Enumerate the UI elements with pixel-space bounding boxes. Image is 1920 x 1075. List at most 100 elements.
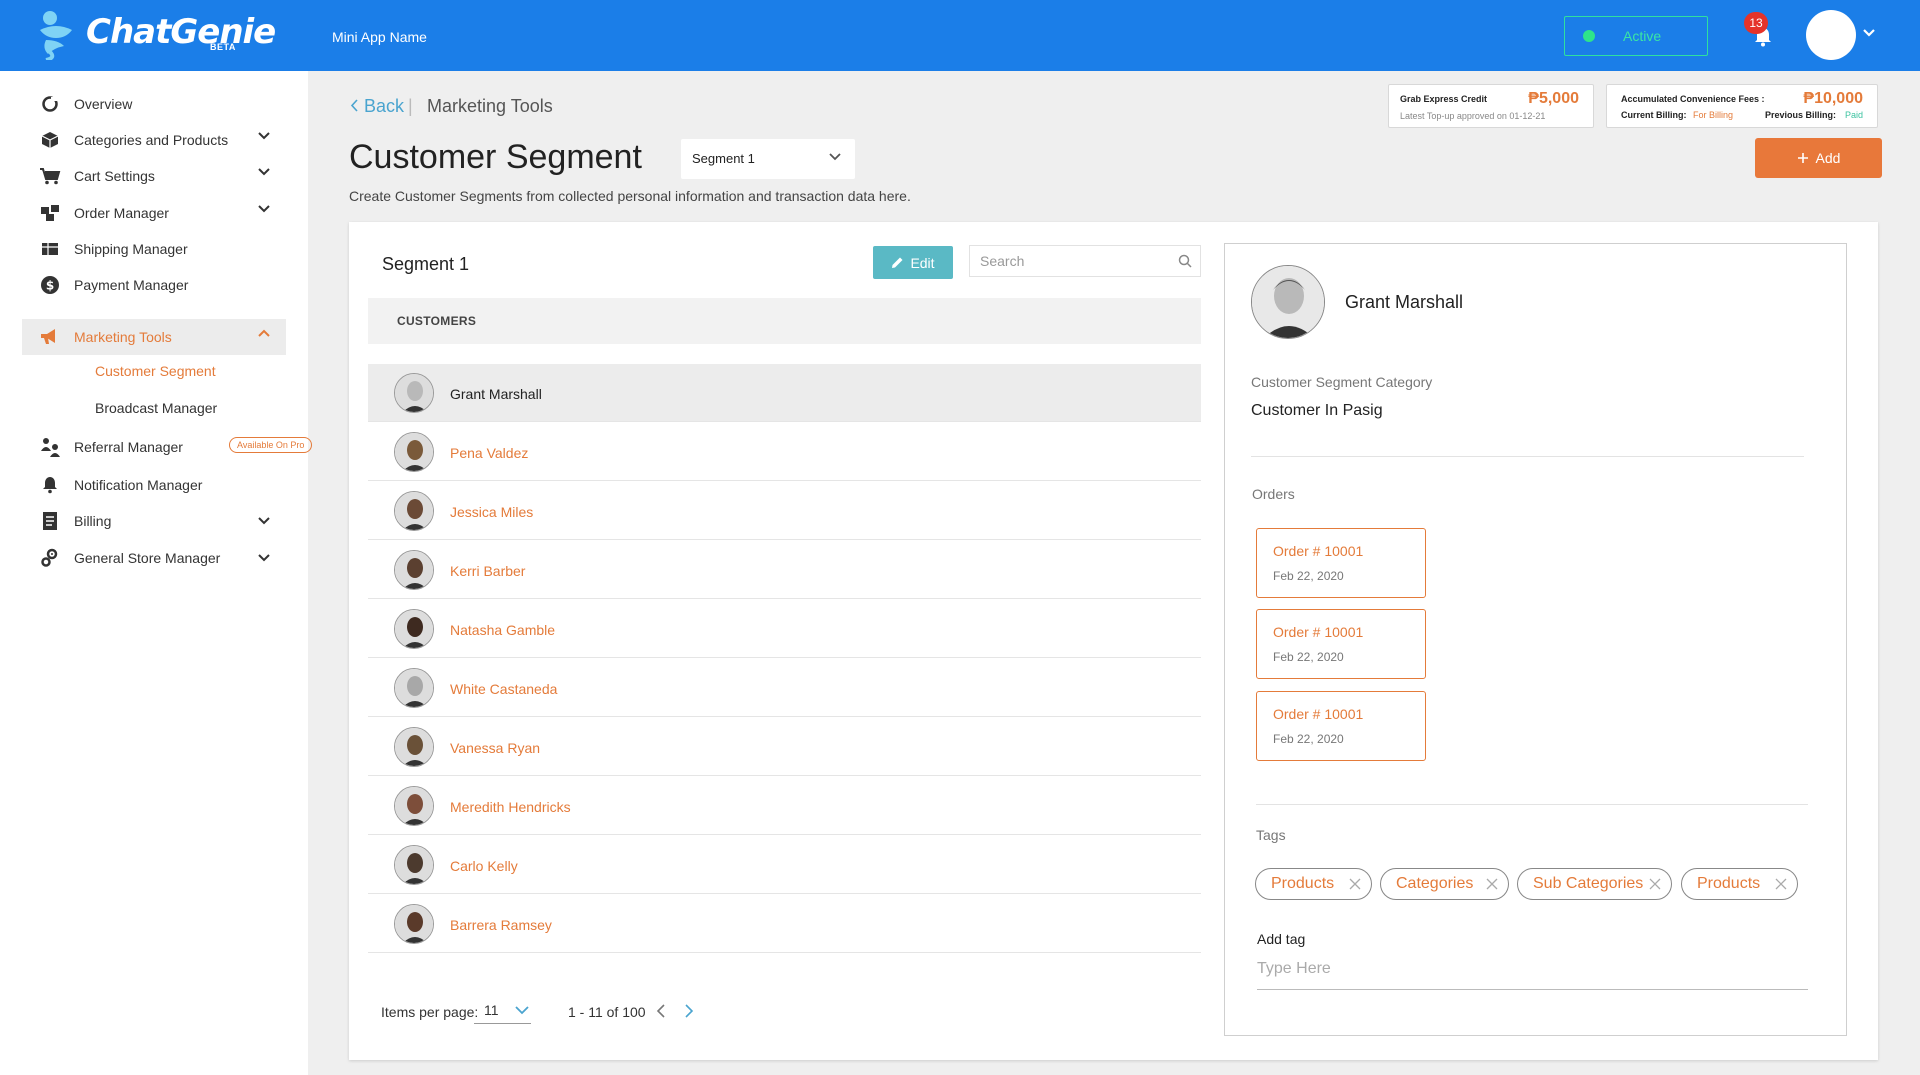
add-tag-input[interactable]: Type Here <box>1257 956 1808 990</box>
orders-icon <box>38 201 62 225</box>
customer-name[interactable]: Meredith Hendricks <box>450 799 571 815</box>
customer-avatar <box>394 786 434 826</box>
items-per-page-select[interactable]: 11 <box>474 1002 531 1024</box>
add-tag-label: Add tag <box>1257 931 1306 947</box>
table-row[interactable]: Grant Marshall <box>368 364 1201 422</box>
status-toggle[interactable]: Active <box>1564 16 1708 56</box>
table-row[interactable]: Barrera Ramsey <box>368 895 1201 953</box>
chevron-left-icon[interactable] <box>656 1003 666 1019</box>
chevron-down-icon[interactable] <box>258 168 270 176</box>
convenience-fees-card: Accumulated Convenience Fees : ₱10,000 C… <box>1606 84 1878 128</box>
beta-badge: BETA <box>210 42 236 52</box>
overview-icon <box>38 92 62 116</box>
genie-logo-icon <box>40 11 72 60</box>
sidebar-item-general-store-manager[interactable]: General Store Manager <box>22 540 286 576</box>
items-per-page-value: 11 <box>484 1002 499 1018</box>
sidebar-subitem-customer-segment[interactable]: Customer Segment <box>95 363 216 379</box>
customer-name[interactable]: Jessica Miles <box>450 504 533 520</box>
chevron-down-icon[interactable] <box>258 205 270 213</box>
sidebar-item-label: Referral Manager <box>74 439 183 455</box>
tag-chip[interactable]: Categories <box>1380 868 1509 900</box>
fees-label: Accumulated Convenience Fees : <box>1621 94 1765 104</box>
segment-select[interactable]: Segment 1 <box>681 139 855 179</box>
close-icon[interactable] <box>1486 878 1498 890</box>
bell-icon <box>38 473 62 497</box>
sidebar-item-cart-settings[interactable]: Cart Settings <box>22 158 286 194</box>
order-number: Order # 10001 <box>1273 543 1364 559</box>
close-icon[interactable] <box>1349 878 1361 890</box>
chevron-down-icon[interactable] <box>258 554 270 562</box>
sidebar-item-marketing-tools[interactable]: Marketing Tools <box>22 319 286 355</box>
cart-icon <box>38 164 62 188</box>
customer-name[interactable]: Pena Valdez <box>450 445 528 461</box>
table-row[interactable]: Pena Valdez <box>368 423 1201 481</box>
order-card[interactable]: Order # 10001 Feb 22, 2020 <box>1256 691 1426 761</box>
order-card[interactable]: Order # 10001 Feb 22, 2020 <box>1256 528 1426 598</box>
close-icon[interactable] <box>1649 878 1661 890</box>
tags-label: Tags <box>1256 827 1286 843</box>
chevron-down-icon[interactable] <box>258 517 270 525</box>
table-row[interactable]: Natasha Gamble <box>368 600 1201 658</box>
sidebar-item-overview[interactable]: Overview <box>22 86 286 122</box>
sidebar-item-shipping-manager[interactable]: Shipping Manager <box>22 231 286 267</box>
referral-icon <box>38 435 62 459</box>
sidebar-item-label: Notification Manager <box>74 477 203 493</box>
table-row[interactable]: Meredith Hendricks <box>368 777 1201 835</box>
chevron-down-icon[interactable] <box>258 132 270 140</box>
sidebar-item-label: Marketing Tools <box>74 329 172 345</box>
shipping-icon <box>38 237 62 261</box>
customer-avatar <box>394 845 434 885</box>
pagination-range: 1 - 11 of 100 <box>568 1004 646 1020</box>
chevron-down-icon[interactable] <box>1862 28 1876 38</box>
search-input[interactable]: Search <box>969 245 1201 277</box>
sidebar-item-referral-manager[interactable]: Referral Manager Available On Pro <box>22 429 313 465</box>
sidebar-subitem-broadcast-manager[interactable]: Broadcast Manager <box>95 400 217 416</box>
tag-chip[interactable]: Sub Categories <box>1517 868 1672 900</box>
gears-icon <box>38 546 62 570</box>
sidebar-item-billing[interactable]: Billing <box>22 503 286 539</box>
customer-name[interactable]: Grant Marshall <box>450 386 542 402</box>
chevron-right-icon[interactable] <box>684 1003 694 1019</box>
customer-name[interactable]: Carlo Kelly <box>450 858 518 874</box>
segment-name: Segment 1 <box>382 254 470 274</box>
edit-button[interactable]: Edit <box>873 246 953 279</box>
table-row[interactable]: Vanessa Ryan <box>368 718 1201 776</box>
customer-avatar <box>394 491 434 531</box>
sidebar-item-order-manager[interactable]: Order Manager <box>22 195 286 231</box>
customer-name[interactable]: Natasha Gamble <box>450 622 555 638</box>
back-link[interactable]: Back <box>350 96 404 117</box>
brand-logo[interactable]: ChatGenie <box>36 8 276 60</box>
sidebar-item-notification-manager[interactable]: Notification Manager <box>22 467 286 503</box>
search-icon[interactable] <box>1178 254 1192 268</box>
customer-name[interactable]: White Castaneda <box>450 681 557 697</box>
table-row[interactable]: Jessica Miles <box>368 482 1201 540</box>
customer-name[interactable]: Barrera Ramsey <box>450 917 552 933</box>
order-date: Feb 22, 2020 <box>1273 569 1344 583</box>
sidebar-item-categories[interactable]: Categories and Products <box>22 122 286 158</box>
order-card[interactable]: Order # 10001 Feb 22, 2020 <box>1256 609 1426 679</box>
customer-avatar <box>394 727 434 767</box>
order-number: Order # 10001 <box>1273 706 1364 722</box>
top-bar: ChatGenie BETA Mini App Name Active 13 <box>0 0 1920 71</box>
close-icon[interactable] <box>1775 878 1787 890</box>
page-title: Customer Segment <box>349 138 642 176</box>
segment-category-value: Customer In Pasig <box>1251 402 1383 419</box>
megaphone-icon <box>38 325 62 349</box>
customer-avatar <box>394 550 434 590</box>
customer-name[interactable]: Kerri Barber <box>450 563 525 579</box>
table-row[interactable]: Kerri Barber <box>368 541 1201 599</box>
search-placeholder: Search <box>980 253 1025 269</box>
customer-avatar <box>394 668 434 708</box>
app-name: Mini App Name <box>332 29 427 45</box>
add-button[interactable]: Add <box>1755 138 1882 178</box>
table-row[interactable]: White Castaneda <box>368 659 1201 717</box>
brand-name: ChatGenie <box>86 12 276 52</box>
tag-chip[interactable]: Products <box>1681 868 1798 900</box>
sidebar-item-payment-manager[interactable]: $ Payment Manager <box>22 267 286 303</box>
tag-chip[interactable]: Products <box>1255 868 1372 900</box>
user-avatar[interactable] <box>1806 10 1856 60</box>
customer-name[interactable]: Vanessa Ryan <box>450 740 540 756</box>
chevron-up-icon[interactable] <box>258 329 270 337</box>
edit-button-label: Edit <box>910 254 935 271</box>
table-row[interactable]: Carlo Kelly <box>368 836 1201 894</box>
